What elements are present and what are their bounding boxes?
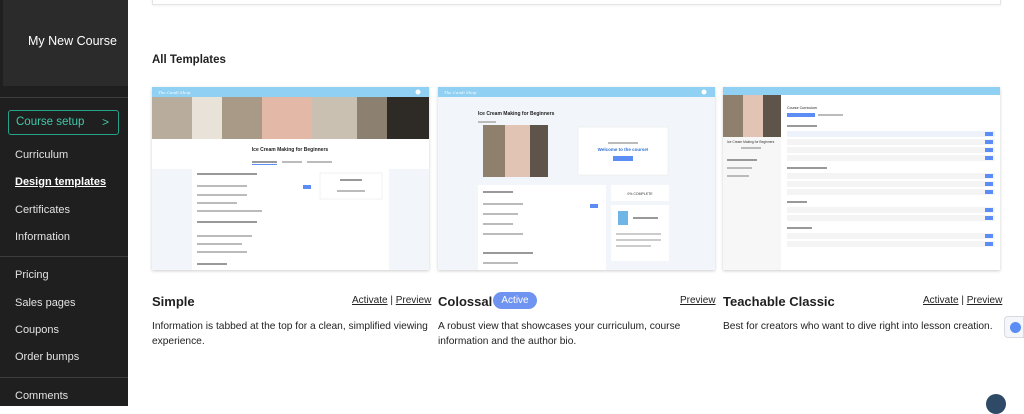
thumb-curriculum: Course Curriculum xyxy=(787,106,817,110)
template-preview-simple[interactable]: The Candi Shop Ice Cream Making for Begi… xyxy=(152,87,429,270)
divider xyxy=(0,97,128,98)
divider xyxy=(0,377,128,378)
thumb-complete: 0% COMPLETE xyxy=(627,192,653,196)
thumb-course-title: Ice Cream Making for Beginners xyxy=(252,147,329,153)
thumb-course-title: Ice Cream Making for Beginners xyxy=(478,111,555,117)
template-actions-simple: Activate | Preview xyxy=(352,295,431,306)
activate-link[interactable]: Activate xyxy=(352,295,388,306)
course-setup-label: Course setup xyxy=(16,116,85,128)
preview-link[interactable]: Preview xyxy=(396,295,432,306)
thumb-logo: The Candi Shop xyxy=(444,90,477,95)
template-name-simple: Simple xyxy=(152,294,195,309)
sidebar-item-pricing[interactable]: Pricing xyxy=(15,269,49,281)
template-actions-teachable-classic: Activate | Preview xyxy=(923,295,1002,306)
colossal-thumbnail-graphic: The Candi Shop Ice Cream Making for Begi… xyxy=(438,87,715,270)
course-title: My New Course xyxy=(28,34,117,48)
chat-launcher-icon[interactable] xyxy=(986,394,1006,414)
help-widget-button[interactable] xyxy=(1004,316,1024,338)
top-card xyxy=(152,0,1001,5)
template-actions-colossal: Preview xyxy=(680,295,716,306)
course-header: My New Course xyxy=(3,0,128,86)
template-preview-teachable-classic[interactable]: Ice Cream Making for Beginners Course Cu… xyxy=(723,87,1000,270)
sidebar-item-certificates[interactable]: Certificates xyxy=(15,204,70,216)
template-description-simple: Information is tabbed at the top for a c… xyxy=(152,321,428,347)
sidebar-item-design-templates[interactable]: Design templates xyxy=(15,176,106,188)
template-preview-colossal[interactable]: The Candi Shop Ice Cream Making for Begi… xyxy=(438,87,715,270)
sidebar-item-coupons[interactable]: Coupons xyxy=(15,324,59,336)
sidebar: My New Course Course setup > Curriculum … xyxy=(0,0,128,406)
thumb-course-title: Ice Cream Making for Beginners xyxy=(727,140,775,144)
sidebar-item-sales-pages[interactable]: Sales pages xyxy=(15,297,76,309)
course-setup-button[interactable]: Course setup > xyxy=(8,110,119,135)
separator: | xyxy=(390,295,393,306)
simple-thumbnail-graphic: The Candi Shop Ice Cream Making for Begi… xyxy=(152,87,429,270)
preview-link[interactable]: Preview xyxy=(680,295,716,306)
sidebar-item-information[interactable]: Information xyxy=(15,231,70,243)
help-icon xyxy=(1010,322,1021,333)
classic-thumbnail-graphic: Ice Cream Making for Beginners Course Cu… xyxy=(723,87,1000,270)
template-name-teachable-classic: Teachable Classic xyxy=(723,294,835,309)
sidebar-item-curriculum[interactable]: Curriculum xyxy=(15,149,68,161)
thumb-welcome: Welcome to the course! xyxy=(598,147,649,152)
activate-link[interactable]: Activate xyxy=(923,295,959,306)
active-badge: Active xyxy=(493,292,537,309)
template-description-teachable-classic: Best for creators who want to dive right… xyxy=(723,321,993,332)
template-name-colossal: Colossal xyxy=(438,294,493,309)
template-description-colossal: A robust view that showcases your curric… xyxy=(438,321,681,347)
sidebar-item-order-bumps[interactable]: Order bumps xyxy=(15,351,79,363)
thumb-logo: The Candi Shop xyxy=(158,90,191,95)
separator: | xyxy=(961,295,964,306)
divider xyxy=(0,256,128,257)
preview-link[interactable]: Preview xyxy=(967,295,1003,306)
sidebar-item-comments[interactable]: Comments xyxy=(15,390,68,402)
section-title: All Templates xyxy=(152,54,226,66)
chevron-right-icon: > xyxy=(101,115,109,129)
